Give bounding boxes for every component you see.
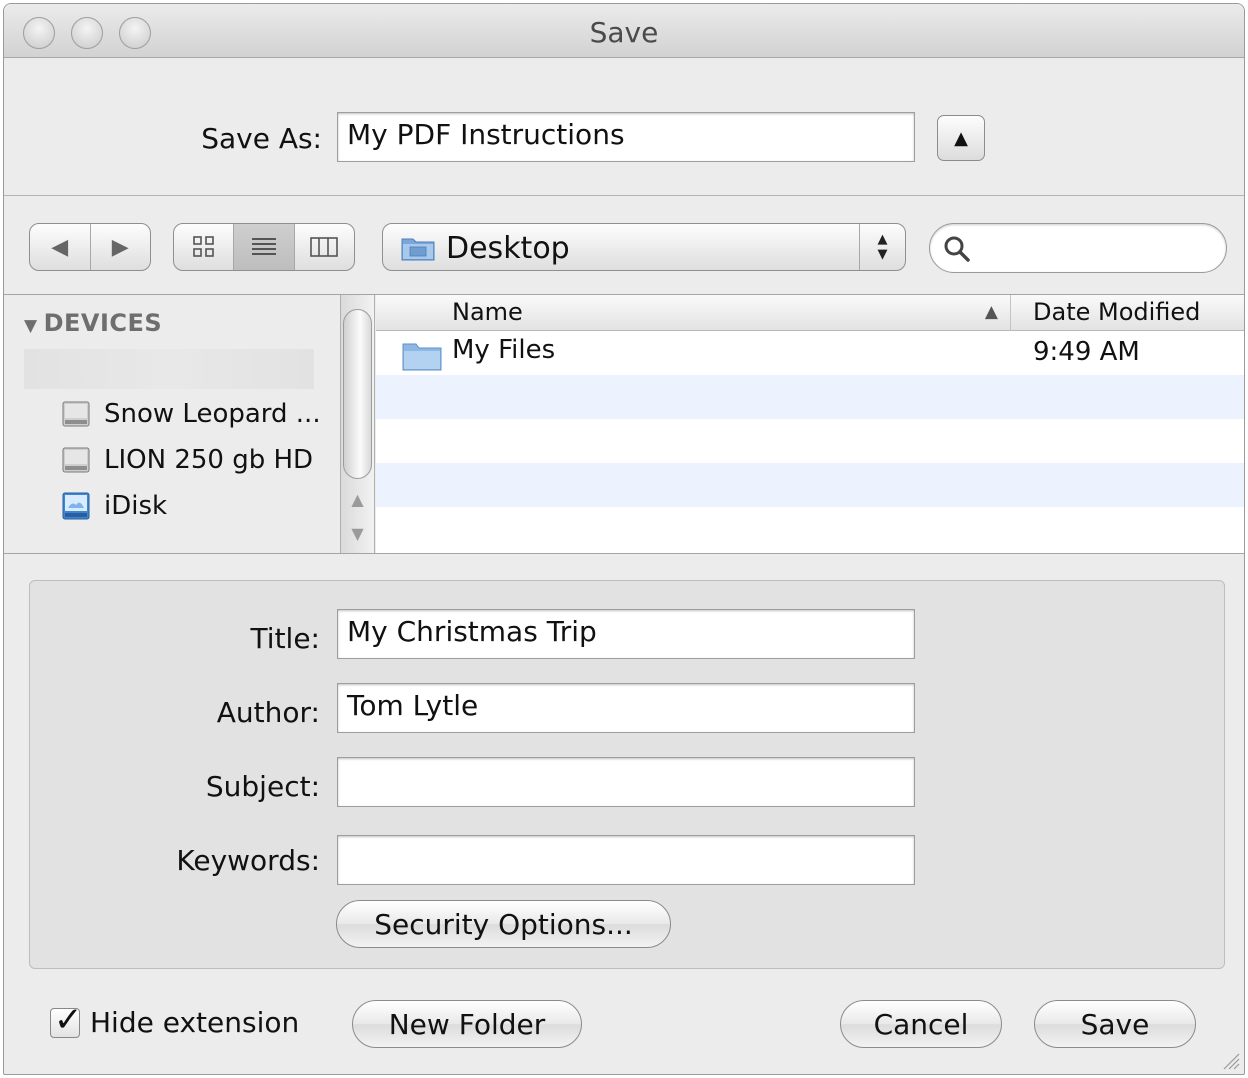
list-view-icon	[251, 238, 276, 255]
search-input[interactable]	[978, 230, 1210, 266]
forward-button[interactable]: ▶	[91, 224, 151, 270]
location-popup[interactable]: Desktop ▲ ▼	[382, 223, 906, 271]
title-field[interactable]: My Christmas Trip	[337, 609, 915, 659]
scroll-down-icon[interactable]: ▼	[341, 519, 374, 549]
sidebar-item-label: LION 250 gb HD	[104, 445, 314, 475]
file-date: 9:49 AM	[1033, 337, 1140, 367]
empty-row	[376, 507, 1244, 553]
disclosure-triangle-icon: ▼	[24, 316, 38, 336]
title-bar[interactable]: Save	[4, 4, 1244, 58]
hide-extension-option[interactable]: ✓ Hide extension	[50, 1000, 300, 1040]
column-view-icon	[310, 237, 339, 257]
popup-arrows-icon: ▲ ▼	[859, 224, 905, 270]
date-modified-column-header[interactable]: Date Modified	[1011, 295, 1244, 331]
keywords-label: Keywords:	[176, 844, 320, 877]
sidebar-item-redacted[interactable]	[24, 349, 314, 389]
hard-drive-icon	[62, 447, 90, 473]
checkmark-icon: ✓	[54, 999, 83, 1040]
resize-grip-icon[interactable]	[1218, 1048, 1240, 1070]
sidebar-scrollbar[interactable]: ▲ ▼	[340, 295, 375, 553]
hide-extension-label: Hide extension	[90, 1006, 300, 1039]
hard-drive-icon	[62, 401, 90, 427]
save-as-field[interactable]: My PDF Instructions	[337, 112, 915, 162]
forward-arrow-icon: ▶	[111, 234, 129, 260]
triangle-up-icon: ▲	[954, 127, 968, 149]
subject-label: Subject:	[205, 770, 320, 803]
search-field[interactable]	[929, 223, 1227, 273]
keywords-field[interactable]	[337, 835, 915, 885]
icon-view-button[interactable]	[174, 224, 235, 270]
column-view-button[interactable]	[295, 224, 354, 270]
scrollbar-thumb[interactable]	[343, 309, 372, 479]
hide-extension-checkbox[interactable]: ✓	[50, 1000, 83, 1040]
view-mode-control	[173, 223, 355, 271]
table-row[interactable]: My Files 9:49 AM	[376, 331, 1244, 375]
back-arrow-icon: ◀	[51, 234, 69, 260]
author-field[interactable]: Tom Lytle	[337, 683, 915, 733]
back-forward-control: ◀ ▶	[29, 223, 151, 271]
idisk-icon	[62, 492, 90, 520]
save-dialog: Save Save As: My PDF Instructions ▲ ◀ ▶	[3, 3, 1245, 1075]
search-icon	[944, 236, 970, 262]
new-folder-button[interactable]: New Folder	[352, 1000, 582, 1048]
save-button[interactable]: Save	[1034, 1000, 1196, 1048]
window-title: Save	[589, 16, 659, 49]
security-options-button[interactable]: Security Options...	[336, 900, 671, 948]
sidebar-item-label: iDisk	[104, 491, 168, 521]
subject-field[interactable]	[337, 757, 915, 807]
empty-row	[376, 419, 1244, 463]
devices-header[interactable]: ▼ DEVICES	[24, 309, 162, 337]
file-name: My Files	[452, 335, 556, 365]
author-label: Author:	[216, 696, 320, 729]
file-list: Name ▲ Date Modified My Files 9:49 AM	[376, 295, 1244, 553]
sidebar-item-label: Snow Leopard ...	[104, 399, 321, 429]
divider	[4, 553, 1244, 554]
location-label: Desktop	[446, 231, 570, 266]
scroll-up-icon[interactable]: ▲	[341, 485, 374, 515]
expand-collapse-button[interactable]: ▲	[937, 115, 985, 161]
save-as-label: Save As:	[201, 122, 322, 155]
divider	[4, 195, 1244, 196]
back-button[interactable]: ◀	[30, 224, 91, 270]
cancel-button[interactable]: Cancel	[840, 1000, 1002, 1048]
sidebar-item-snow-leopard[interactable]: Snow Leopard ...	[60, 396, 321, 432]
folder-icon	[402, 343, 442, 371]
empty-row	[376, 375, 1244, 419]
sort-ascending-icon: ▲	[984, 302, 998, 322]
name-column-header[interactable]: Name ▲	[376, 295, 1011, 331]
list-view-button[interactable]	[234, 224, 295, 270]
sidebar-item-lion-hd[interactable]: LION 250 gb HD	[60, 442, 313, 478]
sidebar-item-idisk[interactable]: iDisk	[60, 488, 167, 524]
empty-row	[376, 463, 1244, 507]
sidebar: ▼ DEVICES Snow Leopard ... LION 250 gb HD	[4, 295, 340, 553]
icon-view-icon	[192, 236, 214, 257]
title-label: Title:	[250, 622, 320, 655]
desktop-folder-icon	[401, 238, 435, 261]
